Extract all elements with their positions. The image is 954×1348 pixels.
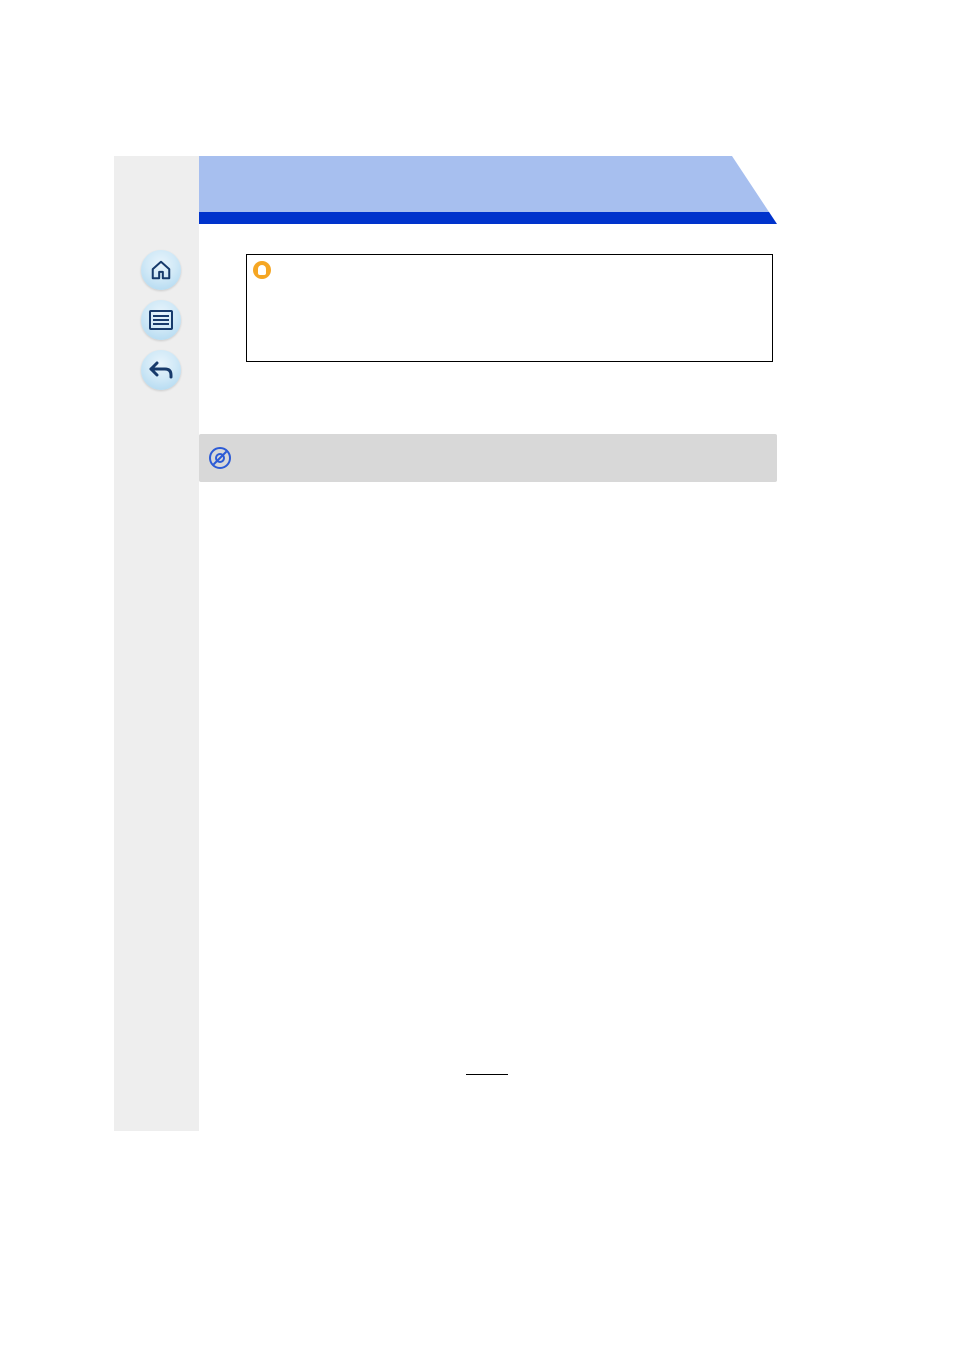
- note-callout: [246, 254, 773, 362]
- header-notch: [732, 156, 777, 224]
- no-symbol-icon: [209, 447, 231, 469]
- lightbulb-icon: [253, 261, 271, 279]
- main-content: [199, 156, 777, 1131]
- page-footer-rule: [466, 1074, 508, 1075]
- home-icon: [150, 259, 172, 281]
- list-button[interactable]: [141, 300, 181, 340]
- header-upper-band: [199, 156, 777, 212]
- back-icon: [149, 360, 173, 380]
- header-accent-band: [199, 212, 777, 224]
- list-icon: [149, 310, 173, 330]
- section-header: [199, 434, 777, 482]
- document-page: [0, 0, 954, 1348]
- sidebar: [114, 156, 199, 1131]
- page-header: [199, 156, 777, 224]
- back-button[interactable]: [141, 350, 181, 390]
- home-button[interactable]: [141, 250, 181, 290]
